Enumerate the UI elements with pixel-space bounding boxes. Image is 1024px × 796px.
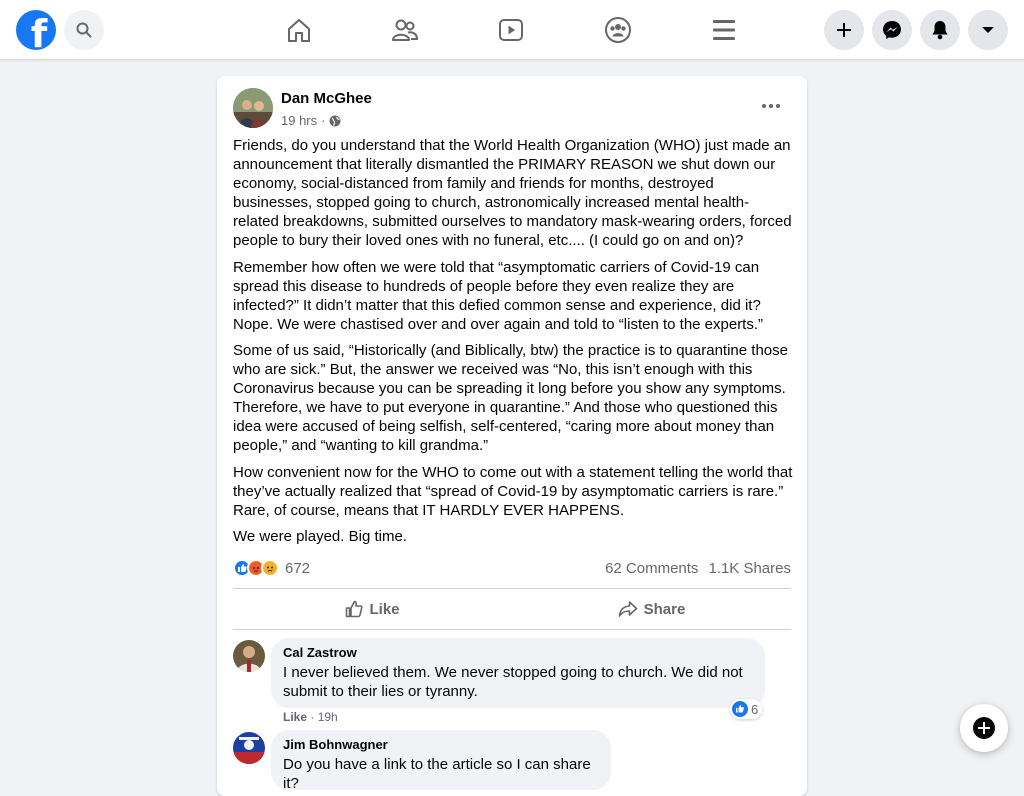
comment-time[interactable]: 19h (318, 710, 338, 724)
account-caret-icon (982, 27, 994, 33)
comment-bubble: Cal Zastrow I never believed them. We ne… (271, 638, 765, 708)
search-button[interactable] (64, 10, 104, 50)
notifications-bell-icon (932, 21, 948, 40)
account-button[interactable] (968, 10, 1008, 50)
author-avatar[interactable] (233, 88, 273, 128)
post-author-name[interactable]: Dan McGhee (281, 90, 372, 107)
search-icon (76, 22, 92, 38)
create-plus-icon (837, 23, 851, 37)
nav-friends[interactable] (385, 12, 425, 48)
messenger-icon (883, 21, 901, 39)
watch-icon (499, 19, 523, 41)
like-button[interactable]: Like (233, 589, 512, 629)
comments-count-link[interactable]: 62 Comments (605, 560, 698, 577)
comment-bubble: Jim Bohnwagner Do you have a link to the… (271, 730, 611, 792)
post-actions: Like Share (233, 588, 791, 630)
post-paragraph: Friends, do you understand that the Worl… (233, 137, 792, 249)
comment-text: Do you have a link to the article so I c… (283, 756, 591, 792)
avatar-photo (233, 640, 265, 672)
comment-text: I never believed them. We never stopped … (283, 664, 743, 700)
comment-meta-separator: · (310, 710, 315, 724)
post-meta: 19 hrs · (281, 113, 341, 128)
nav-groups[interactable] (598, 12, 638, 48)
reaction-icons[interactable] (233, 559, 279, 577)
home-icon (288, 19, 310, 42)
messenger-button[interactable] (872, 10, 912, 50)
logo-letter: f (30, 12, 48, 50)
post-time[interactable]: 19 hrs (281, 113, 317, 128)
post-paragraph: Some of us said, “Historically (and Bibl… (233, 342, 788, 454)
comment-reaction-count: 6 (751, 701, 759, 717)
commenter-avatar[interactable] (233, 732, 265, 764)
commenter-name[interactable]: Jim Bohnwagner (283, 737, 599, 753)
post-card: Dan McGhee 19 hrs · Friends, do you unde… (217, 76, 807, 796)
post-paragraph: How convenient now for the WHO to come o… (233, 463, 793, 519)
comment-reaction-badge[interactable]: 6 (730, 699, 763, 719)
avatar-photo (233, 732, 265, 764)
like-button-label: Like (369, 600, 400, 618)
globe-icon (329, 115, 341, 126)
top-navigation-bar: f (0, 0, 1024, 60)
commenter-name[interactable]: Cal Zastrow (283, 645, 753, 661)
reactions-bar: 672 62 Comments 1.1K Shares (233, 558, 791, 578)
menu-icon (713, 20, 735, 40)
sad-reaction-icon (261, 559, 279, 577)
share-button-label: Share (643, 600, 686, 618)
post-options-button[interactable] (753, 94, 789, 118)
friends-icon (392, 19, 419, 41)
notifications-button[interactable] (920, 10, 960, 50)
create-button[interactable] (824, 10, 864, 50)
shares-count-link[interactable]: 1.1K Shares (708, 560, 791, 577)
reaction-count[interactable]: 672 (285, 560, 310, 577)
nav-home[interactable] (279, 12, 319, 48)
plus-circle-icon (973, 717, 995, 739)
post-paragraph: We were played. Big time. (233, 528, 407, 545)
thumbs-up-icon (346, 600, 364, 618)
meta-separator: · (321, 113, 326, 128)
more-options-icon (762, 104, 780, 108)
comment-meta: Like · 19h (283, 710, 338, 724)
share-button[interactable]: Share (512, 589, 791, 629)
share-arrow-icon (618, 601, 637, 617)
post-stats: 62 Comments 1.1K Shares (605, 560, 791, 577)
commenter-avatar[interactable] (233, 640, 265, 672)
new-message-button[interactable] (960, 704, 1008, 752)
facebook-logo[interactable]: f (16, 10, 56, 50)
nav-menu[interactable] (704, 12, 744, 48)
post-body: Friends, do you understand that the Worl… (233, 136, 793, 554)
like-reaction-icon (732, 701, 748, 717)
groups-icon (605, 17, 631, 43)
avatar-photo (233, 88, 273, 128)
comment-like-link[interactable]: Like (283, 710, 307, 724)
post-paragraph: Remember how often we were told that “as… (233, 258, 764, 333)
nav-watch[interactable] (491, 12, 531, 48)
